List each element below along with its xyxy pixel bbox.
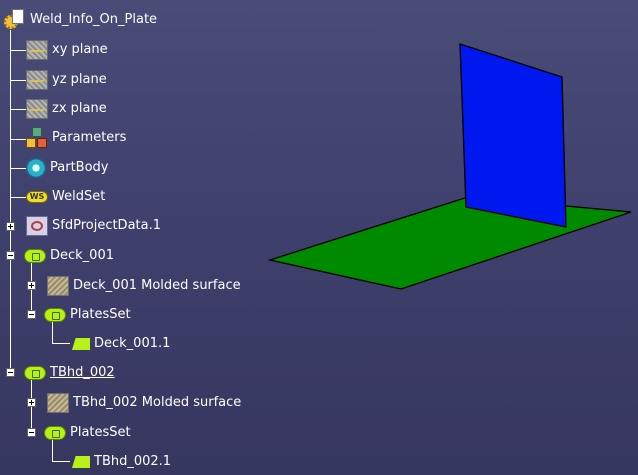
molded-surface-icon xyxy=(47,393,69,413)
tree-connector xyxy=(52,461,70,462)
plane-icon xyxy=(26,70,48,90)
tree-item-label: PartBody xyxy=(50,160,109,175)
tree-item-tbhd-002[interactable]: TBhd_002 xyxy=(24,362,115,384)
tree-item-label: TBhd_002.1 xyxy=(94,454,172,469)
part-document-icon xyxy=(4,9,26,31)
set-icon xyxy=(24,366,46,380)
tree-item-label: WeldSet xyxy=(52,189,106,204)
tree-item-label: zx plane xyxy=(52,101,107,116)
project-data-icon xyxy=(26,216,48,236)
expand-button[interactable] xyxy=(27,281,36,290)
tree-item-tbhd-plate[interactable]: TBhd_002.1 xyxy=(70,451,171,473)
set-icon xyxy=(44,308,66,322)
tree-connector xyxy=(10,80,26,81)
tree-item-deck-001[interactable]: Deck_001 xyxy=(24,245,114,267)
tree-item-label: TBhd_002 Molded surface xyxy=(73,395,242,410)
tree-item-label: Deck_001.1 xyxy=(94,336,171,351)
tree-item-label: TBhd_002 xyxy=(50,365,115,380)
tree-connector xyxy=(10,168,26,169)
set-icon xyxy=(44,426,66,440)
molded-surface-icon xyxy=(47,276,69,296)
3d-viewport[interactable] xyxy=(260,30,638,330)
tree-item-label: PlatesSet xyxy=(70,425,131,440)
tree-connector xyxy=(10,30,11,370)
tree-item-zx-plane[interactable]: zx plane xyxy=(26,98,107,120)
tree-item-label: Deck_001 Molded surface xyxy=(73,278,241,293)
plane-icon xyxy=(26,40,48,60)
collapse-button[interactable] xyxy=(27,428,36,437)
tree-item-parameters[interactable]: Parameters xyxy=(26,127,126,149)
tree-connector xyxy=(10,197,26,198)
tree-item-label: SfdProjectData.1 xyxy=(52,218,162,233)
tree-connector xyxy=(10,50,26,51)
tree-item-label: yz plane xyxy=(52,72,107,87)
tree-item-label: Deck_001 xyxy=(50,248,114,263)
tree-item-platesset-2[interactable]: PlatesSet xyxy=(44,422,131,444)
tree-connector xyxy=(52,343,70,344)
plane-icon xyxy=(26,99,48,119)
weldset-icon: WS xyxy=(26,191,48,203)
collapse-button[interactable] xyxy=(6,251,15,260)
tree-item-tbhd-molded-surface[interactable]: TBhd_002 Molded surface xyxy=(47,392,241,414)
collapse-button[interactable] xyxy=(6,368,15,377)
partbody-icon xyxy=(26,158,46,178)
deck-plate-geometry[interactable] xyxy=(267,196,632,290)
collapse-button[interactable] xyxy=(27,310,36,319)
tree-item-sfdprojectdata[interactable]: SfdProjectData.1 xyxy=(26,215,161,237)
expand-button[interactable] xyxy=(6,222,15,231)
specification-tree: Weld_Info_On_Plate xy plane yz plane zx … xyxy=(0,0,300,475)
tree-item-weldset[interactable]: WS WeldSet xyxy=(26,186,105,208)
tree-item-deck-molded-surface[interactable]: Deck_001 Molded surface xyxy=(47,275,241,297)
expand-button[interactable] xyxy=(27,398,36,407)
tree-item-label: PlatesSet xyxy=(70,307,131,322)
tree-item-xy-plane[interactable]: xy plane xyxy=(26,39,108,61)
tree-connector xyxy=(10,109,26,110)
tree-item-platesset[interactable]: PlatesSet xyxy=(44,304,131,326)
plate-icon xyxy=(72,338,90,350)
tree-connector xyxy=(10,139,26,140)
tree-item-partbody[interactable]: PartBody xyxy=(26,157,108,179)
tree-item-label: Parameters xyxy=(52,130,127,145)
tree-root-label: Weld_Info_On_Plate xyxy=(30,12,158,27)
plate-icon xyxy=(72,456,90,468)
tree-item-deck-plate[interactable]: Deck_001.1 xyxy=(70,333,170,355)
tree-item-label: xy plane xyxy=(52,42,108,57)
bulkhead-plate-geometry[interactable] xyxy=(459,43,567,228)
tree-root[interactable]: Weld_Info_On_Plate xyxy=(4,9,157,31)
parameters-icon xyxy=(26,127,48,149)
tree-item-yz-plane[interactable]: yz plane xyxy=(26,69,107,91)
set-icon xyxy=(24,249,46,263)
